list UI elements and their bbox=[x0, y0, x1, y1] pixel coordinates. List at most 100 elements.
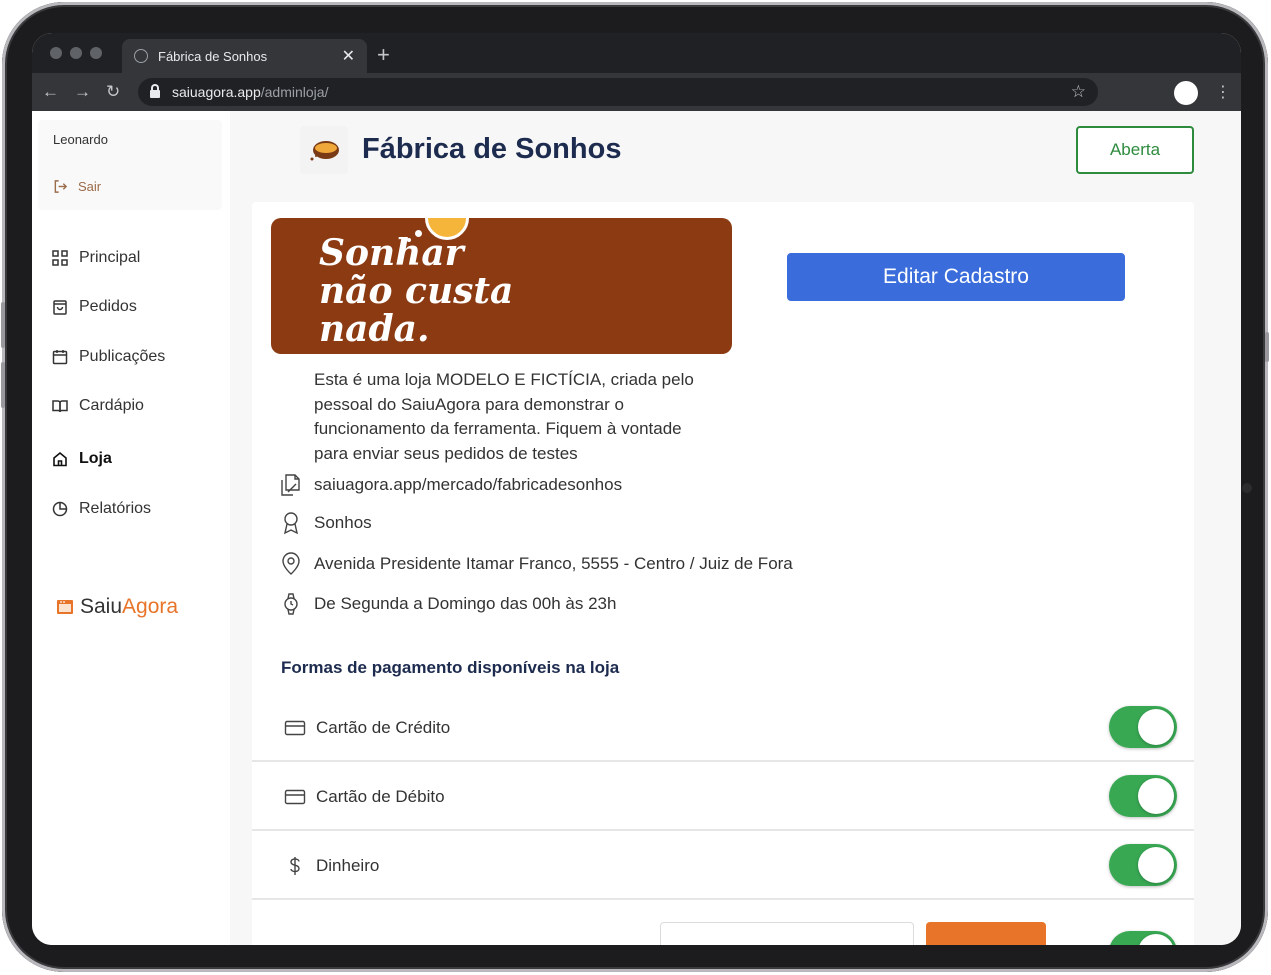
payment-row-cash: Dinheiro bbox=[252, 832, 1194, 900]
url-host: saiuagora.app bbox=[172, 84, 261, 100]
store-link-row: saiuagora.app/mercado/fabricadesonhos bbox=[278, 472, 622, 498]
sidebar-item-label: Loja bbox=[79, 450, 112, 467]
store-hours-row: De Segunda a Domingo das 00h às 23h bbox=[278, 591, 616, 617]
logout-button[interactable]: Sair bbox=[53, 179, 101, 194]
reload-icon[interactable]: ↻ bbox=[106, 82, 120, 102]
bag-icon bbox=[53, 300, 67, 315]
sidebar-item-label: Cardápio bbox=[79, 397, 144, 414]
browser-tab[interactable]: Fábrica de Sonhos ✕ bbox=[122, 39, 367, 73]
sidebar-item-cardapio[interactable]: Cardápio bbox=[52, 397, 144, 415]
donut-icon bbox=[310, 141, 339, 161]
payment-method-label: Dinheiro bbox=[316, 856, 380, 875]
credit-card-icon bbox=[284, 720, 306, 736]
copy-link-icon[interactable] bbox=[278, 472, 304, 498]
lock-icon bbox=[150, 84, 160, 98]
new-tab-button[interactable]: + bbox=[377, 42, 390, 68]
store-card: Sonhar não custa nada. Editar Cadastro E… bbox=[252, 202, 1194, 945]
store-link[interactable]: saiuagora.app/mercado/fabricadesonhos bbox=[314, 475, 622, 495]
sidebar: Leonardo Sair Principal Pedidos Publicaç… bbox=[32, 111, 230, 945]
sidebar-item-loja[interactable]: Loja bbox=[52, 450, 112, 468]
brand-logo: Saiu Agora bbox=[56, 595, 178, 619]
camera bbox=[1242, 483, 1252, 493]
window-maximize-dot[interactable] bbox=[90, 47, 102, 59]
store-address: Avenida Presidente Itamar Franco, 5555 -… bbox=[314, 554, 793, 573]
sidebar-item-label: Relatórios bbox=[79, 500, 152, 517]
screen: Fábrica de Sonhos ✕ + ← → ↻ saiuagora.ap… bbox=[32, 33, 1241, 945]
edit-profile-button[interactable]: Editar Cadastro bbox=[787, 253, 1125, 301]
payment-toggle[interactable] bbox=[1109, 844, 1177, 886]
partial-toggle[interactable] bbox=[1109, 931, 1177, 945]
store-address-row: Avenida Presidente Itamar Franco, 5555 -… bbox=[278, 551, 793, 577]
logout-label: Sair bbox=[78, 179, 102, 194]
main-content: Fábrica de Sonhos Aberta Sonhar não cust… bbox=[230, 111, 1241, 945]
watch-icon bbox=[284, 593, 298, 615]
sidebar-item-principal[interactable]: Principal bbox=[52, 249, 140, 267]
partial-input-field[interactable] bbox=[660, 922, 914, 945]
power-button bbox=[1265, 332, 1269, 362]
payment-method-label: Cartão de Crédito bbox=[316, 718, 451, 737]
profile-avatar[interactable] bbox=[1174, 81, 1198, 105]
page-title: Fábrica de Sonhos bbox=[362, 133, 622, 165]
banner-slogan: Sonhar não custa nada. bbox=[319, 234, 513, 348]
dollar-icon bbox=[290, 857, 300, 875]
forward-arrow-icon[interactable]: → bbox=[74, 82, 91, 102]
globe-icon bbox=[134, 49, 148, 63]
sidebar-item-pedidos[interactable]: Pedidos bbox=[52, 298, 137, 316]
store-status-button[interactable]: Aberta bbox=[1076, 126, 1194, 174]
home-icon bbox=[53, 451, 67, 467]
toggle-knob bbox=[1138, 778, 1174, 814]
browser-menu-icon[interactable]: ⋮ bbox=[1215, 82, 1231, 102]
payment-method: Cartão de Débito bbox=[284, 786, 445, 808]
app: Leonardo Sair Principal Pedidos Publicaç… bbox=[32, 111, 1241, 945]
sidebar-item-label: Publicações bbox=[79, 348, 166, 365]
url-path: /adminloja/ bbox=[260, 84, 329, 100]
brand-text-part2: Agora bbox=[122, 595, 179, 618]
logout-icon bbox=[54, 180, 68, 193]
banner-line: nada. bbox=[319, 308, 430, 350]
payment-toggle[interactable] bbox=[1109, 706, 1177, 748]
volume-button bbox=[1, 362, 5, 408]
grid-icon bbox=[52, 250, 68, 266]
partial-action-button[interactable] bbox=[926, 922, 1046, 945]
sidebar-item-relatorios[interactable]: Relatórios bbox=[52, 500, 151, 518]
tablet-frame: Fábrica de Sonhos ✕ + ← → ↻ saiuagora.ap… bbox=[1, 2, 1269, 972]
award-icon bbox=[283, 512, 299, 535]
payments-section-title: Formas de pagamento disponíveis na loja bbox=[281, 658, 620, 677]
payment-method-label: Cartão de Débito bbox=[316, 787, 445, 806]
sidebar-item-label: Principal bbox=[79, 249, 141, 266]
brand-text-part1: Saiu bbox=[80, 595, 123, 618]
sidebar-item-label: Pedidos bbox=[79, 298, 137, 315]
payment-toggle[interactable] bbox=[1109, 775, 1177, 817]
bookmark-star-icon[interactable]: ☆ bbox=[1071, 82, 1086, 102]
store-logo bbox=[300, 126, 348, 174]
volume-button bbox=[1, 302, 5, 348]
window-minimize-dot[interactable] bbox=[70, 47, 82, 59]
address-bar[interactable]: saiuagora.app/adminloja/ ☆ bbox=[138, 78, 1098, 106]
debit-card-icon bbox=[284, 789, 306, 805]
banner-line: Sonhar bbox=[319, 232, 464, 274]
payment-method: Cartão de Crédito bbox=[284, 717, 450, 739]
browser-tab-bar: Fábrica de Sonhos ✕ + bbox=[32, 33, 1241, 73]
pie-chart-icon bbox=[52, 501, 68, 517]
oven-icon bbox=[57, 600, 73, 614]
store-hours: De Segunda a Domingo das 00h às 23h bbox=[314, 594, 617, 613]
toggle-knob bbox=[1138, 847, 1174, 883]
store-banner: Sonhar não custa nada. bbox=[271, 218, 732, 354]
store-category-row: Sonhos bbox=[278, 510, 372, 536]
toggle-knob bbox=[1138, 934, 1174, 945]
toggle-knob bbox=[1138, 709, 1174, 745]
window-close-dot[interactable] bbox=[50, 47, 62, 59]
sidebar-item-publicacoes[interactable]: Publicações bbox=[52, 348, 165, 366]
payment-method: Dinheiro bbox=[284, 855, 379, 877]
browser-toolbar: ← → ↻ saiuagora.app/adminloja/ ☆ ⋮ bbox=[32, 73, 1241, 111]
store-category: Sonhos bbox=[314, 513, 372, 532]
map-pin-icon bbox=[282, 552, 300, 575]
book-icon bbox=[52, 400, 68, 413]
store-description: Esta é uma loja MODELO E FICTÍCIA, criad… bbox=[314, 370, 694, 463]
calendar-icon bbox=[52, 350, 68, 365]
banner-line: não custa bbox=[319, 270, 514, 312]
tab-title: Fábrica de Sonhos bbox=[158, 48, 268, 64]
back-arrow-icon[interactable]: ← bbox=[42, 82, 59, 102]
close-icon[interactable]: ✕ bbox=[342, 46, 355, 66]
payment-row-credit: Cartão de Crédito bbox=[252, 694, 1194, 762]
